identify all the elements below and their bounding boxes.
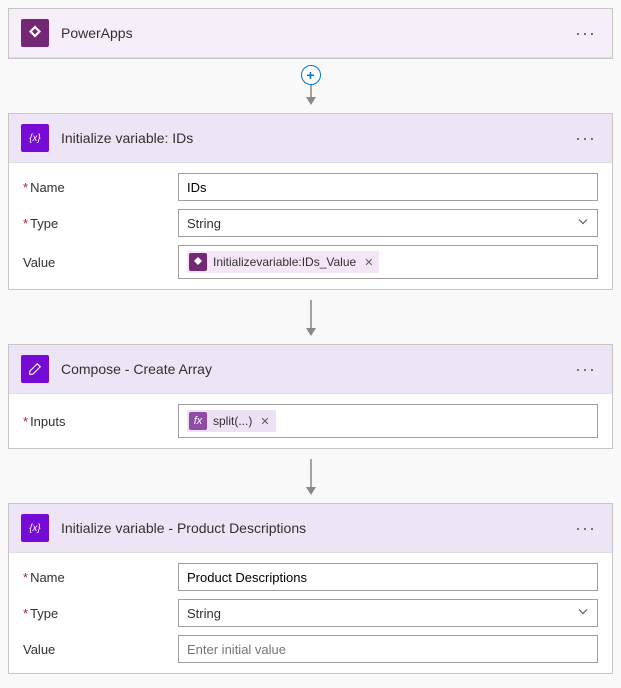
field-label: Value: [23, 255, 178, 270]
step-header-initialize-ids[interactable]: {x} Initialize variable: IDs ···: [9, 114, 612, 163]
field-row-type: *Type String: [23, 599, 598, 627]
chevron-down-icon: [577, 216, 589, 231]
chevron-down-icon: [577, 606, 589, 621]
field-label: *Type: [23, 216, 178, 231]
step-body: *Name *Type String Value: [9, 553, 612, 673]
expression-token[interactable]: fx split(...) ✕: [187, 410, 276, 432]
step-title: Initialize variable: IDs: [61, 130, 571, 146]
step-header-initialize-desc[interactable]: {x} Initialize variable - Product Descri…: [9, 504, 612, 553]
connector: [8, 296, 613, 344]
step-powerapps: PowerApps ···: [8, 8, 613, 59]
step-body: *Inputs fx split(...) ✕: [9, 394, 612, 448]
inputs-input[interactable]: fx split(...) ✕: [178, 404, 598, 438]
step-compose-create-array: Compose - Create Array ··· *Inputs fx sp…: [8, 344, 613, 449]
step-body: *Name *Type String Value Initializevaria…: [9, 163, 612, 289]
field-label: *Inputs: [23, 414, 178, 429]
type-select[interactable]: String: [178, 599, 598, 627]
name-input[interactable]: [178, 173, 598, 201]
step-title: Initialize variable - Product Descriptio…: [61, 520, 571, 536]
step-initialize-product-descriptions: {x} Initialize variable - Product Descri…: [8, 503, 613, 674]
step-title: PowerApps: [61, 25, 571, 41]
step-menu-button[interactable]: ···: [571, 23, 600, 44]
step-menu-button[interactable]: ···: [571, 128, 600, 149]
field-label: *Name: [23, 570, 178, 585]
field-row-name: *Name: [23, 173, 598, 201]
field-row-type: *Type String: [23, 209, 598, 237]
field-label: *Type: [23, 606, 178, 621]
connector: +: [8, 65, 613, 113]
step-menu-button[interactable]: ···: [571, 359, 600, 380]
step-title: Compose - Create Array: [61, 361, 571, 377]
value-input[interactable]: Initializevariable:IDs_Value ✕: [178, 245, 598, 279]
field-row-value: Value Initializevariable:IDs_Value ✕: [23, 245, 598, 279]
svg-text:{x}: {x}: [29, 523, 41, 534]
add-step-button[interactable]: +: [301, 65, 321, 85]
powerapps-icon: [189, 253, 207, 271]
step-header-powerapps[interactable]: PowerApps ···: [9, 9, 612, 58]
token-remove-button[interactable]: ✕: [364, 256, 373, 269]
powerapps-icon: [21, 19, 49, 47]
svg-text:{x}: {x}: [29, 133, 41, 144]
field-label: *Name: [23, 180, 178, 195]
fx-icon: fx: [189, 412, 207, 430]
step-header-compose[interactable]: Compose - Create Array ···: [9, 345, 612, 394]
field-label: Value: [23, 642, 178, 657]
variable-icon: {x}: [21, 124, 49, 152]
compose-icon: [21, 355, 49, 383]
connector: [8, 455, 613, 503]
value-input[interactable]: [178, 635, 598, 663]
field-row-value: Value: [23, 635, 598, 663]
type-select[interactable]: String: [178, 209, 598, 237]
dynamic-content-token[interactable]: Initializevariable:IDs_Value ✕: [187, 251, 379, 273]
field-row-inputs: *Inputs fx split(...) ✕: [23, 404, 598, 438]
field-row-name: *Name: [23, 563, 598, 591]
variable-icon: {x}: [21, 514, 49, 542]
step-initialize-ids: {x} Initialize variable: IDs ··· *Name *…: [8, 113, 613, 290]
name-input[interactable]: [178, 563, 598, 591]
step-menu-button[interactable]: ···: [571, 518, 600, 539]
token-remove-button[interactable]: ✕: [260, 415, 269, 428]
